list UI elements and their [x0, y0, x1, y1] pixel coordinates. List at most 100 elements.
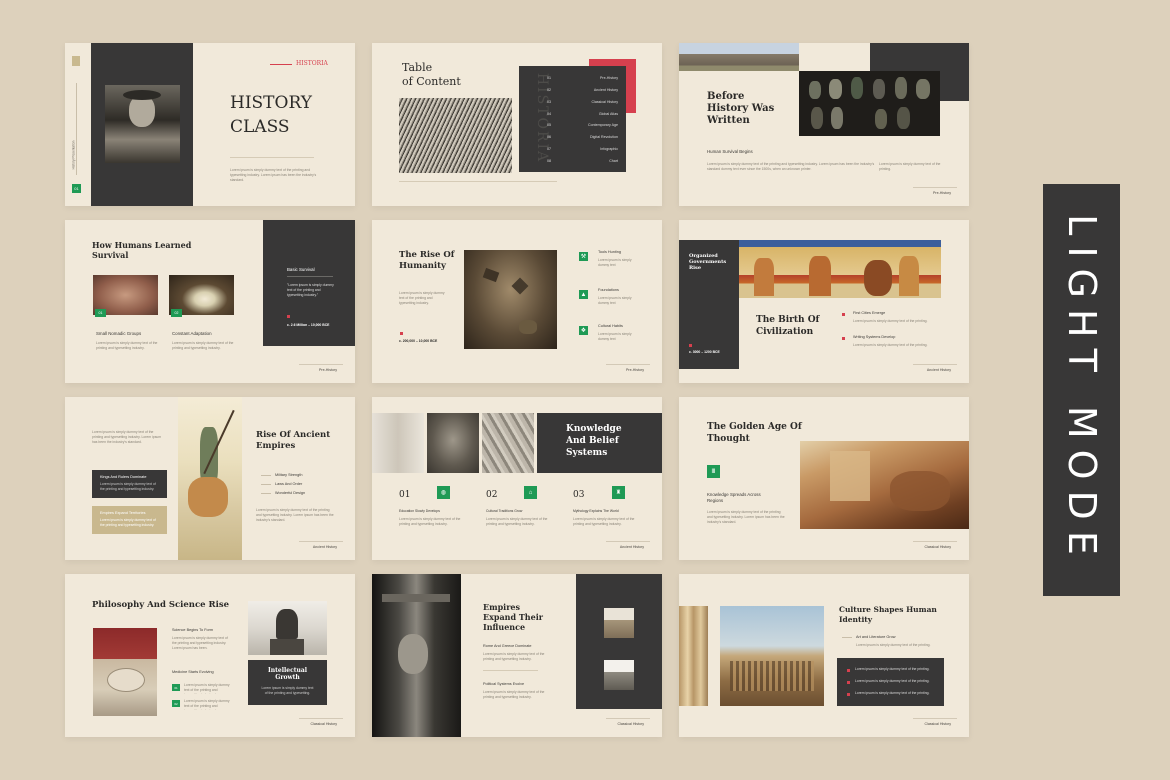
caption-1: Small Nomadic Groups: [96, 331, 142, 336]
slide-empires-expand[interactable]: Empires Expand Their Influence Rome And …: [372, 574, 662, 737]
red-marker: [400, 332, 403, 335]
title-line-1: Knowledge: [566, 424, 622, 434]
date: c. 200,000 – 10,000 BCE: [399, 339, 438, 343]
subheading-line-1: Knowledge Spreads Across: [707, 492, 761, 497]
slide-knowledge-belief[interactable]: Knowledge And Belief Systems 01 ◍ Educat…: [372, 397, 662, 560]
title-line-1: Culture Shapes Human: [839, 605, 937, 614]
panel-divider: [287, 276, 333, 277]
col-label-1: Education Slowly Develops: [399, 509, 440, 513]
panel-date: c. 3000 – 1200 BCE: [689, 350, 720, 354]
toc-num: 02: [547, 88, 551, 92]
title-line-1: Before: [707, 91, 745, 102]
heading-2: Medicine Starts Evolving: [172, 670, 214, 674]
number-badge-2: 02: [171, 309, 182, 317]
body-text-2: Lorem ipsum is simply dummy text of the …: [483, 690, 545, 700]
body-text: Lorem ipsum is simply dummy text of the …: [256, 508, 334, 523]
box-label: Empires Expand Territories: [100, 511, 146, 515]
bullet-1: [842, 313, 845, 316]
education-icon: ◍: [437, 486, 450, 499]
vertical-caption: History Presentation: [71, 140, 76, 170]
mythology-icon: ♜: [612, 486, 625, 499]
toc-num: 01: [547, 76, 551, 80]
bullet-label-2: Writing Systems Develop: [853, 335, 896, 339]
slide-golden-age[interactable]: The Golden Age Of Thought Ⅲ Knowledge Sp…: [679, 397, 969, 560]
info-panel: Basic Survival "Lorem ipsum is simply du…: [263, 220, 355, 346]
subheading: Art and Literature Grow: [856, 635, 896, 639]
panel-date: c. 2.6 Million – 10,000 BCE: [287, 323, 330, 327]
subheading-line-2: Regions: [707, 498, 724, 503]
body-text-2: Lorem ipsum is simply dummy text of the …: [879, 162, 941, 172]
list-line: [842, 637, 852, 638]
caption-2: Constant Adaptation: [172, 331, 212, 336]
slide-table-of-content[interactable]: Table of Content HISTORIA 01 Pre-History …: [372, 43, 662, 206]
growth-panel: Intellectual Growth Lorem ipsum is simpl…: [248, 660, 327, 705]
slide-birth-of-civilization[interactable]: Organized Governments Rise c. 3000 – 120…: [679, 220, 969, 383]
sculpture-image: [372, 574, 461, 737]
kicker: HISTORIA: [296, 60, 328, 67]
col-desc-3: Lorem ipsum is simply dummy text of the …: [573, 517, 635, 527]
box-desc: Lorem ipsum is simply dummy text of the …: [100, 482, 156, 492]
habits-icon: ❖: [579, 326, 588, 335]
date-panel: Organized Governments Rise c. 3000 – 120…: [679, 240, 739, 369]
col-desc-1: Lorem ipsum is simply dummy text of the …: [399, 517, 461, 527]
toc-item[interactable]: Ancient History: [594, 88, 618, 92]
bullet-2: [847, 681, 850, 684]
panel-title: Basic Survival: [287, 267, 315, 272]
slide-history-class[interactable]: History Presentation 01 HISTORIA HISTORY…: [65, 43, 355, 206]
warrior-image: [178, 397, 242, 560]
slide-ancient-empires[interactable]: Lorem ipsum is simply dummy text of the …: [65, 397, 355, 560]
toc-item[interactable]: Digital Revolution: [590, 135, 618, 139]
list-item-2: Laws And Order: [275, 482, 303, 486]
item-desc-2: Lorem ipsum is simply dummy text: [598, 296, 632, 306]
slide-title: Philosophy And Science Rise: [92, 600, 230, 610]
body-text: Lorem ipsum is simply dummy text of the …: [707, 510, 785, 525]
toc-item[interactable]: Contemporary Age: [588, 123, 618, 127]
body-text: Lorem ipsum is simply dummy text of the …: [707, 162, 875, 172]
body-text-1: Lorem ipsum is simply dummy text of the …: [96, 341, 158, 351]
number-badge-2: 02: [172, 700, 180, 707]
box-empires: Empires Expand Territories Lorem ipsum i…: [92, 506, 167, 534]
title-line-1: The Birth Of: [756, 315, 820, 325]
title-line-2: Thought: [707, 434, 750, 444]
sundial-image: [93, 628, 157, 716]
colosseum-image: [604, 608, 634, 638]
slide-before-history[interactable]: Before History Was Written Human Surviva…: [679, 43, 969, 206]
footer-line: [606, 541, 650, 542]
title-line-1: HISTORY: [230, 93, 312, 113]
toc-item[interactable]: Infographic: [600, 147, 618, 151]
slide-philosophy-science[interactable]: Philosophy And Science Rise Science Begi…: [65, 574, 355, 737]
divider: [483, 670, 538, 671]
panel-title-2: Growth: [275, 674, 300, 681]
slide-culture-identity[interactable]: Culture Shapes Human Identity Art and Li…: [679, 574, 969, 737]
slide-survival[interactable]: How Humans Learned Survival 01 02 Small …: [65, 220, 355, 383]
slide-number-badge: 01: [72, 184, 81, 193]
footer-label: Ancient History: [926, 368, 951, 372]
title-line-2: of Content: [402, 75, 461, 88]
footer-label: Pre-History: [933, 191, 951, 195]
footer-label: Ancient History: [312, 545, 337, 549]
body-text-2: Lorem ipsum is simply dummy text of the …: [172, 341, 234, 351]
columns-image: [679, 606, 708, 706]
toc-num: 07: [547, 147, 551, 151]
toc-item[interactable]: Chart: [609, 159, 618, 163]
toc-item[interactable]: Global Atlas: [599, 112, 618, 116]
classical-painting-image: [800, 441, 969, 529]
toc-item[interactable]: Classical History: [591, 100, 618, 104]
egyptian-mural-image: [739, 240, 941, 298]
footer-line: [299, 364, 343, 365]
footer-label: Ancient History: [619, 545, 644, 549]
slide-rise-of-humanity[interactable]: The Rise Of Humanity Lorem ipsum is simp…: [372, 220, 662, 383]
title-line-1: Table: [402, 61, 433, 74]
list-item-3: Lorem ipsum is simply dummy text of the …: [855, 691, 930, 695]
toc-item[interactable]: Pre-History: [600, 76, 618, 80]
title-line-1: The Rise Of: [399, 250, 455, 260]
bullet-label-1: First Cities Emerge: [853, 311, 886, 315]
temple-image: [604, 660, 634, 690]
bullet-desc-2: Lorem ipsum is simply dummy text of the …: [853, 343, 928, 347]
footer-line: [913, 541, 957, 542]
footer-label: Classical History: [924, 722, 951, 726]
col-desc-2: Lorem ipsum is simply dummy text of the …: [486, 517, 548, 527]
toc-list: 01 Pre-History 02 Ancient History 03 Classi…: [519, 66, 626, 172]
title-underline: [230, 157, 314, 158]
footer-label: Classical History: [617, 722, 644, 726]
